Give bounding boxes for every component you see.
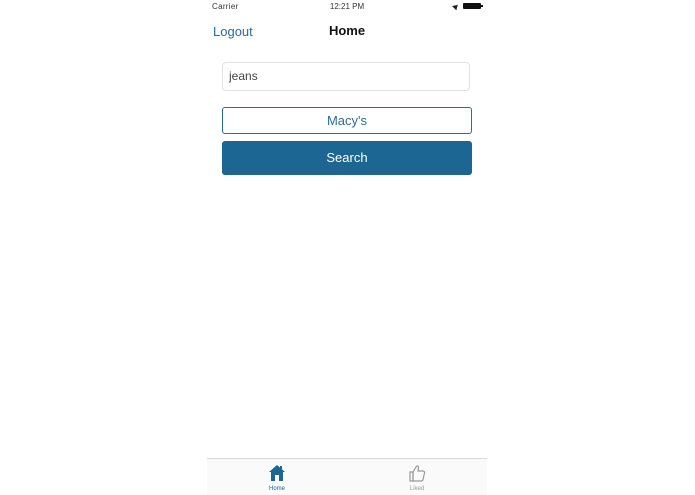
battery-icon [463,3,483,9]
status-indicators [452,2,483,10]
phone-screen: Carrier 12:21 PM Logout Home jeans Macy'… [207,0,487,495]
location-arrow-icon [452,2,460,10]
tab-bar: Home Liked [207,458,487,495]
tab-liked[interactable]: Liked [347,459,487,495]
search-input[interactable]: jeans [222,62,470,91]
store-select-button[interactable]: Macy's [222,107,472,134]
tab-liked-label: Liked [409,486,425,492]
navigation-bar: Logout Home [207,16,487,46]
tab-home-label: Home [268,486,285,492]
thumbs-up-icon [409,465,426,482]
tab-home[interactable]: Home [207,459,347,495]
status-time: 12:21 PM [329,2,365,11]
home-icon [269,465,285,481]
page-title: Home [328,23,366,38]
status-bar: Carrier 12:21 PM [207,0,487,14]
search-button[interactable]: Search [222,141,472,175]
